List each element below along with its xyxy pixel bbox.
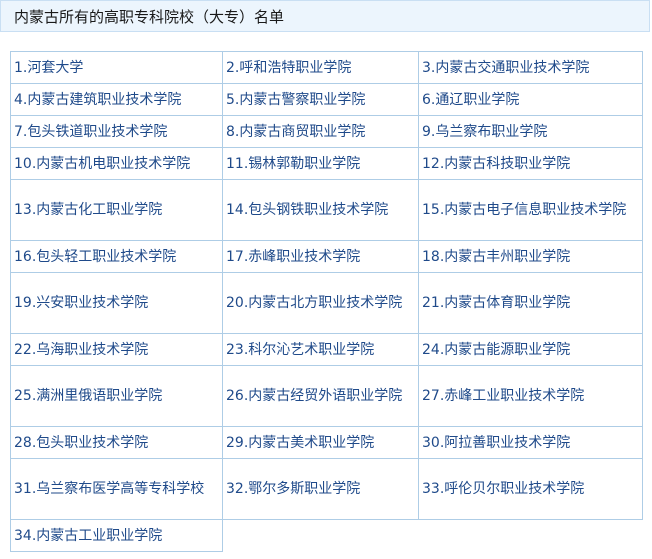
page-title: 内蒙古所有的高职专科院校（大专）名单 bbox=[14, 8, 285, 26]
empty-cell bbox=[222, 519, 643, 552]
school-cell: 10.内蒙古机电职业技术学院 bbox=[10, 147, 223, 180]
school-cell: 27.赤峰工业职业技术学院 bbox=[418, 365, 643, 427]
school-cell: 8.内蒙古商贸职业学院 bbox=[222, 115, 419, 148]
school-cell: 3.内蒙古交通职业技术学院 bbox=[418, 51, 643, 84]
school-cell: 16.包头轻工职业技术学院 bbox=[10, 240, 223, 273]
school-cell: 33.呼伦贝尔职业技术学院 bbox=[418, 458, 643, 520]
school-cell: 5.内蒙古警察职业学院 bbox=[222, 83, 419, 116]
school-cell: 34.内蒙古工业职业学院 bbox=[10, 519, 223, 552]
school-cell: 26.内蒙古经贸外语职业学院 bbox=[222, 365, 419, 427]
school-cell: 11.锡林郭勒职业学院 bbox=[222, 147, 419, 180]
school-cell: 14.包头钢铁职业技术学院 bbox=[222, 179, 419, 241]
school-cell: 32.鄂尔多斯职业学院 bbox=[222, 458, 419, 520]
school-cell: 28.包头职业技术学院 bbox=[10, 426, 223, 459]
table-row: 16.包头轻工职业技术学院 17.赤峰职业技术学院 18.内蒙古丰州职业学院 bbox=[10, 240, 643, 273]
school-cell: 13.内蒙古化工职业学院 bbox=[10, 179, 223, 241]
school-cell: 30.阿拉善职业技术学院 bbox=[418, 426, 643, 459]
school-cell: 9.乌兰察布职业学院 bbox=[418, 115, 643, 148]
school-cell: 18.内蒙古丰州职业学院 bbox=[418, 240, 643, 273]
school-cell: 19.兴安职业技术学院 bbox=[10, 272, 223, 334]
title-bar: 内蒙古所有的高职专科院校（大专）名单 bbox=[0, 0, 650, 32]
table-row: 13.内蒙古化工职业学院 14.包头钢铁职业技术学院 15.内蒙古电子信息职业技… bbox=[10, 179, 643, 241]
school-cell: 12.内蒙古科技职业学院 bbox=[418, 147, 643, 180]
school-cell: 7.包头铁道职业技术学院 bbox=[10, 115, 223, 148]
table-row: 28.包头职业技术学院 29.内蒙古美术职业学院 30.阿拉善职业技术学院 bbox=[10, 426, 643, 459]
school-cell: 6.通辽职业学院 bbox=[418, 83, 643, 116]
table-row: 19.兴安职业技术学院 20.内蒙古北方职业技术学院 21.内蒙古体育职业学院 bbox=[10, 272, 643, 334]
school-cell: 4.内蒙古建筑职业技术学院 bbox=[10, 83, 223, 116]
school-cell: 23.科尔沁艺术职业学院 bbox=[222, 333, 419, 366]
table-row: 34.内蒙古工业职业学院 bbox=[10, 519, 643, 552]
school-cell: 24.内蒙古能源职业学院 bbox=[418, 333, 643, 366]
school-cell: 17.赤峰职业技术学院 bbox=[222, 240, 419, 273]
table-row: 7.包头铁道职业技术学院 8.内蒙古商贸职业学院 9.乌兰察布职业学院 bbox=[10, 115, 643, 148]
school-cell: 29.内蒙古美术职业学院 bbox=[222, 426, 419, 459]
school-cell: 25.满洲里俄语职业学院 bbox=[10, 365, 223, 427]
table-row: 10.内蒙古机电职业技术学院 11.锡林郭勒职业学院 12.内蒙古科技职业学院 bbox=[10, 147, 643, 180]
school-cell: 15.内蒙古电子信息职业技术学院 bbox=[418, 179, 643, 241]
school-cell: 1.河套大学 bbox=[10, 51, 223, 84]
school-cell: 22.乌海职业技术学院 bbox=[10, 333, 223, 366]
school-cell: 20.内蒙古北方职业技术学院 bbox=[222, 272, 419, 334]
school-list-table: 1.河套大学 2.呼和浩特职业学院 3.内蒙古交通职业技术学院 4.内蒙古建筑职… bbox=[10, 51, 643, 552]
table-row: 25.满洲里俄语职业学院 26.内蒙古经贸外语职业学院 27.赤峰工业职业技术学… bbox=[10, 365, 643, 427]
school-cell: 2.呼和浩特职业学院 bbox=[222, 51, 419, 84]
table-row: 4.内蒙古建筑职业技术学院 5.内蒙古警察职业学院 6.通辽职业学院 bbox=[10, 83, 643, 116]
school-cell: 21.内蒙古体育职业学院 bbox=[418, 272, 643, 334]
school-cell: 31.乌兰察布医学高等专科学校 bbox=[10, 458, 223, 520]
table-row: 22.乌海职业技术学院 23.科尔沁艺术职业学院 24.内蒙古能源职业学院 bbox=[10, 333, 643, 366]
table-row: 31.乌兰察布医学高等专科学校 32.鄂尔多斯职业学院 33.呼伦贝尔职业技术学… bbox=[10, 458, 643, 520]
table-row: 1.河套大学 2.呼和浩特职业学院 3.内蒙古交通职业技术学院 bbox=[10, 51, 643, 84]
